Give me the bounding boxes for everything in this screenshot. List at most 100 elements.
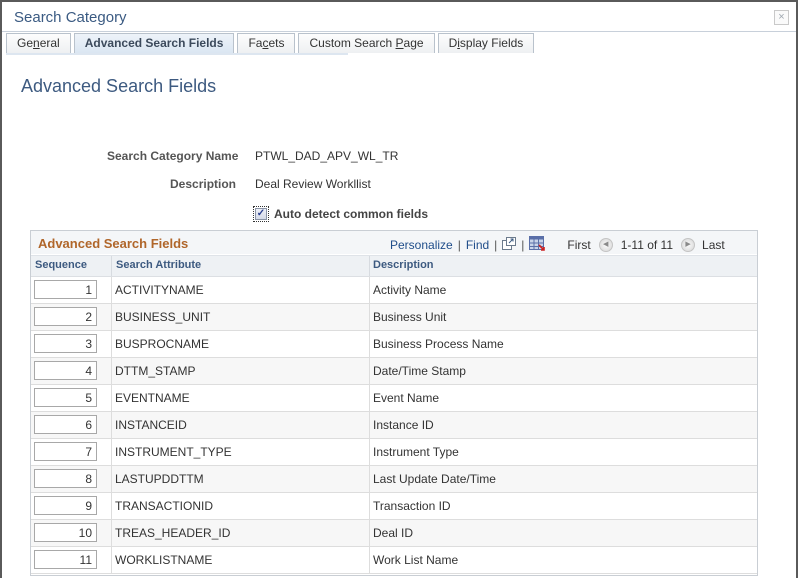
next-page-icon[interactable]: ▶ xyxy=(681,238,696,252)
separator: | xyxy=(457,238,461,252)
sequence-input[interactable] xyxy=(34,361,97,380)
column-divider xyxy=(369,547,370,573)
page-title: Advanced Search Fields xyxy=(21,76,217,96)
previous-page-icon[interactable]: ◀ xyxy=(598,238,613,252)
advanced-search-fields-grid: Advanced Search Fields Personalize | Fin… xyxy=(30,230,758,576)
description-cell: Deal ID xyxy=(373,526,414,540)
grid-title: Advanced Search Fields xyxy=(38,236,189,251)
table-row: WORKLISTNAME Work List Name xyxy=(31,547,757,574)
column-divider xyxy=(111,277,112,303)
auto-detect-label: Auto detect common fields xyxy=(274,207,429,221)
grid-navigation: Personalize | Find | | First ◀ 1-11 of 1… xyxy=(390,236,725,254)
column-divider xyxy=(111,358,112,384)
download-excel-icon[interactable] xyxy=(529,236,546,254)
table-row: BUSPROCNAME Business Process Name xyxy=(31,331,757,358)
auto-detect-checkbox[interactable]: ✓ xyxy=(253,206,269,222)
column-divider xyxy=(111,547,112,573)
tab-custom-search-page[interactable]: Custom Search Page xyxy=(298,33,435,53)
column-header-description[interactable]: Description xyxy=(373,259,434,271)
description-cell: Instance ID xyxy=(373,418,434,432)
sequence-input[interactable] xyxy=(34,523,97,542)
search-attribute-cell: TREAS_HEADER_ID xyxy=(115,526,231,540)
column-divider xyxy=(369,385,370,411)
sequence-input[interactable] xyxy=(34,334,97,353)
table-row: LASTUPDDTTM Last Update Date/Time xyxy=(31,466,757,493)
sequence-input[interactable] xyxy=(34,307,97,326)
description-cell: Business Unit xyxy=(373,310,447,324)
table-row: BUSINESS_UNIT Business Unit xyxy=(31,304,757,331)
description-cell: Instrument Type xyxy=(373,445,459,459)
search-category-name-label: Search Category Name xyxy=(107,149,239,163)
first-label: First xyxy=(567,238,591,252)
search-attribute-cell: EVENTNAME xyxy=(115,391,190,405)
search-attribute-cell: INSTRUMENT_TYPE xyxy=(115,445,232,459)
row-range: 1-11 of 11 xyxy=(620,238,674,252)
column-divider xyxy=(111,385,112,411)
tab-bar: General Advanced Search Fields Facets Custo… xyxy=(6,33,537,54)
column-divider xyxy=(369,439,370,465)
tab-advanced-search-fields[interactable]: Advanced Search Fields xyxy=(73,33,235,53)
window-frame-left xyxy=(0,0,2,578)
description-cell: Transaction ID xyxy=(373,499,451,513)
description-cell: Date/Time Stamp xyxy=(373,364,466,378)
tab-underline xyxy=(6,53,348,55)
search-attribute-cell: BUSPROCNAME xyxy=(115,337,210,351)
table-row: TREAS_HEADER_ID Deal ID xyxy=(31,520,757,547)
table-row: EVENTNAME Event Name xyxy=(31,385,757,412)
personalize-link[interactable]: Personalize xyxy=(390,238,453,252)
column-header-sequence[interactable]: Sequence xyxy=(35,259,87,271)
tab-label: age xyxy=(403,36,424,50)
column-divider xyxy=(369,520,370,546)
search-attribute-cell: DTTM_STAMP xyxy=(115,364,196,378)
column-divider xyxy=(111,256,112,276)
find-link[interactable]: Find xyxy=(466,238,489,252)
column-divider xyxy=(111,466,112,492)
tab-label: Custom Search xyxy=(309,36,396,50)
column-divider xyxy=(369,256,370,276)
sequence-input[interactable] xyxy=(34,442,97,461)
column-header-row: Sequence Search Attribute Description xyxy=(31,255,757,278)
search-attribute-cell: ACTIVITYNAME xyxy=(115,283,204,297)
window-title: Search Category xyxy=(14,9,127,26)
tab-label: D xyxy=(448,36,458,50)
view-all-icon[interactable] xyxy=(502,237,517,253)
tab-label: ets xyxy=(268,36,285,50)
grid-header: Advanced Search Fields Personalize | Fin… xyxy=(31,231,757,254)
tab-accelerator-key: P xyxy=(395,36,404,50)
close-icon[interactable]: × xyxy=(774,10,789,25)
table-row: INSTRUMENT_TYPE Instrument Type xyxy=(31,439,757,466)
search-attribute-cell: LASTUPDDTTM xyxy=(115,472,204,486)
separator: | xyxy=(494,238,498,252)
search-attribute-cell: WORKLISTNAME xyxy=(115,553,213,567)
column-header-search-attribute[interactable]: Search Attribute xyxy=(116,259,201,271)
table-row: DTTM_STAMP Date/Time Stamp xyxy=(31,358,757,385)
table-row: TRANSACTIONID Transaction ID xyxy=(31,493,757,520)
sequence-input[interactable] xyxy=(34,550,97,569)
tab-label: splay Fields xyxy=(459,36,524,50)
last-label: Last xyxy=(702,238,725,252)
description-cell: Event Name xyxy=(373,391,440,405)
tab-general[interactable]: General xyxy=(6,33,71,53)
search-attribute-cell: BUSINESS_UNIT xyxy=(115,310,211,324)
sequence-input[interactable] xyxy=(34,469,97,488)
column-divider xyxy=(369,412,370,438)
column-divider xyxy=(369,304,370,330)
description-cell: Activity Name xyxy=(373,283,447,297)
column-divider xyxy=(111,520,112,546)
sequence-input[interactable] xyxy=(34,280,97,299)
description-cell: Business Process Name xyxy=(373,337,504,351)
description-value: Deal Review Workllist xyxy=(255,177,371,191)
description-cell: Last Update Date/Time xyxy=(373,472,496,486)
checkmark-icon: ✓ xyxy=(255,208,267,220)
sequence-input[interactable] xyxy=(34,415,97,434)
tab-label: Advanced Search Fields xyxy=(84,36,224,50)
tab-label: eral xyxy=(39,36,60,50)
column-divider xyxy=(369,331,370,357)
tab-facets[interactable]: Facets xyxy=(237,33,296,53)
tab-display-fields[interactable]: Display Fields xyxy=(437,33,535,53)
sequence-input[interactable] xyxy=(34,496,97,515)
grid-rows: ACTIVITYNAME Activity Name BUSINESS_UNIT Bu… xyxy=(31,277,757,574)
description-cell: Work List Name xyxy=(373,553,459,567)
search-category-name-value: PTWL_DAD_APV_WL_TR xyxy=(255,149,399,163)
sequence-input[interactable] xyxy=(34,388,97,407)
